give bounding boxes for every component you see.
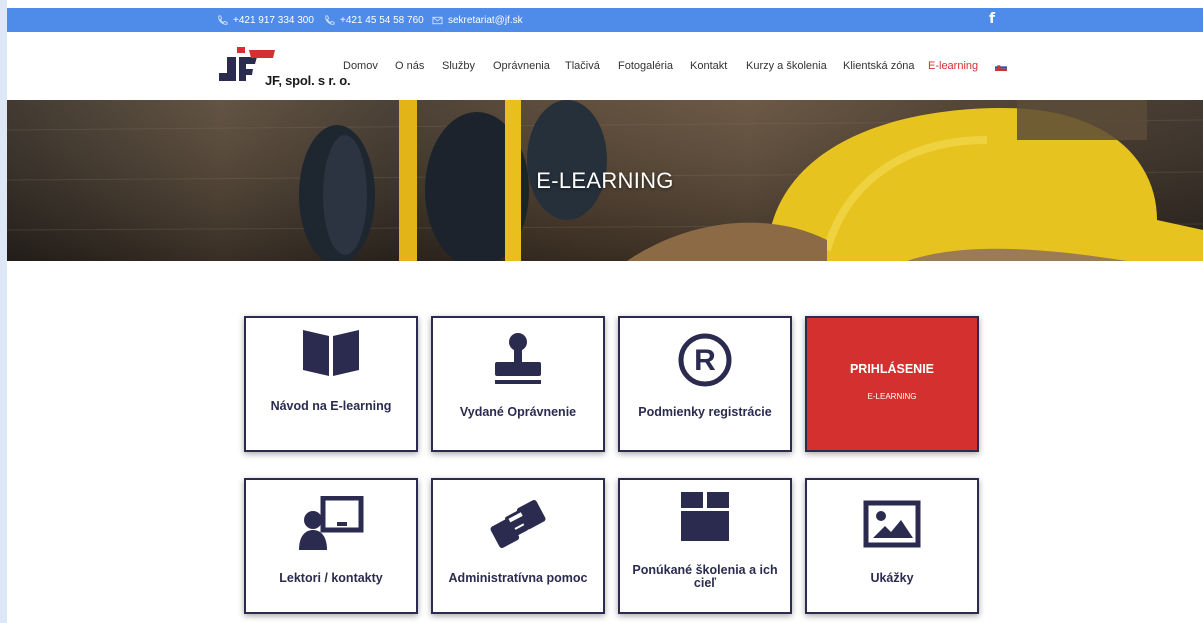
facebook-icon[interactable]: f [989, 11, 995, 27]
tile-vydane-opravnenie[interactable]: Vydané Oprávnenie [431, 316, 605, 452]
tile-label: Podmienky registrácie [638, 405, 772, 419]
tile-ponukane-skolenia[interactable]: Ponúkané školenia a ich cieľ [618, 478, 792, 614]
email-link[interactable]: sekretariat@jf.sk [432, 8, 523, 32]
tile-administrativna-pomoc[interactable]: Administratívna pomoc [431, 478, 605, 614]
box-icon [620, 488, 790, 544]
nav-item-sluzby[interactable]: Služby [442, 60, 475, 72]
tile-label: Vydané Oprávnenie [459, 405, 577, 419]
handshake-icon [433, 494, 603, 554]
login-tile[interactable]: PRIHLÁSENIE E-LEARNING [805, 316, 979, 452]
page-title: E-LEARNING [536, 168, 674, 193]
hero-banner: E-LEARNING [7, 100, 1203, 261]
nav-item-kontakt[interactable]: Kontakt [690, 60, 727, 72]
tile-lektori[interactable]: Lektori / kontakty [244, 478, 418, 614]
nav-item-tlaciva[interactable]: Tlačivá [565, 60, 600, 72]
phone-icon [218, 14, 228, 25]
tile-label: Návod na E-learning [270, 399, 392, 413]
nav-item-domov[interactable]: Domov [343, 60, 378, 72]
tile-label: Administratívna pomoc [448, 571, 588, 585]
login-subtitle: E-LEARNING [867, 392, 917, 401]
tile-navod[interactable]: Návod na E-learning [244, 316, 418, 452]
phone-1-text: +421 917 334 300 [233, 14, 314, 26]
nav-item-klientska-zona[interactable]: Klientská zóna [843, 60, 915, 72]
tile-label: Ponúkané školenia a ich cieľ [632, 563, 778, 590]
main-nav: Domov O nás Služby Oprávnenia Tlačivá Fo… [7, 54, 1203, 74]
nav-item-kurzy[interactable]: Kurzy a školenia [746, 60, 827, 72]
phone-1-link[interactable]: +421 917 334 300 [217, 8, 314, 32]
nav-item-opravnenia[interactable]: Oprávnenia [493, 60, 550, 72]
phone-2-link[interactable]: +421 45 54 58 760 [324, 8, 424, 32]
tile-ukazky[interactable]: Ukážky [805, 478, 979, 614]
stamp-icon [433, 332, 603, 390]
nav-item-fotogaleria[interactable]: Fotogaléria [618, 60, 673, 72]
logo-text: JF, spol. s r. o. [265, 73, 351, 88]
top-contact-bar: +421 917 334 300 +421 45 54 58 760 sekre… [7, 8, 1203, 32]
nav-item-o-nas[interactable]: O nás [395, 60, 424, 72]
login-title: PRIHLÁSENIE [849, 362, 935, 376]
site-header: JF, spol. s r. o. Domov O nás Služby Opr… [7, 32, 1203, 100]
phone-icon [325, 14, 335, 25]
tile-label: Ukážky [870, 571, 914, 585]
tile-podmienky-registracie[interactable]: R Podmienky registrácie [618, 316, 792, 452]
book-icon [246, 326, 416, 378]
email-text: sekretariat@jf.sk [448, 14, 523, 26]
envelope-icon [432, 16, 443, 24]
nav-item-e-learning[interactable]: E-learning [928, 60, 978, 72]
registered-icon: R [620, 332, 790, 388]
phone-2-text: +421 45 54 58 760 [340, 14, 424, 26]
tile-label: Lektori / kontakty [279, 571, 383, 585]
page: +421 917 334 300 +421 45 54 58 760 sekre… [7, 0, 1203, 623]
slovak-flag-icon[interactable] [995, 64, 1007, 71]
image-icon [807, 500, 977, 548]
lecturer-icon [246, 496, 416, 552]
svg-text:R: R [694, 344, 716, 377]
